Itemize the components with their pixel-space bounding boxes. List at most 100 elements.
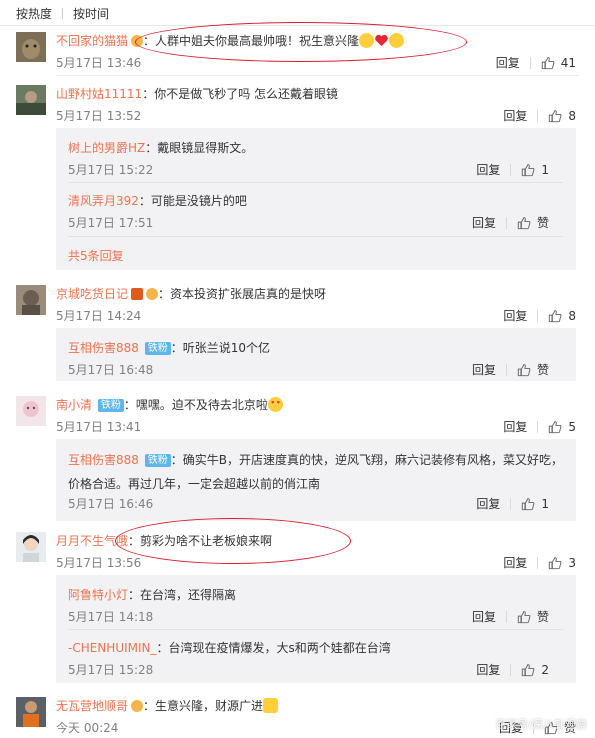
comment-username[interactable]: 山野村姑11111 xyxy=(56,87,142,101)
reply-username[interactable]: 互相伤害888 xyxy=(68,341,139,355)
comment-time: 5月17日 13:56 xyxy=(56,556,142,570)
avatar[interactable] xyxy=(16,85,46,115)
reply-button[interactable]: 回复 xyxy=(472,214,496,231)
reply-button[interactable]: 回复 xyxy=(476,661,500,678)
action-divider xyxy=(537,420,539,433)
comment-actions: 回复 8 xyxy=(503,107,576,124)
reply-username[interactable]: 树上的男爵HZ xyxy=(68,141,145,155)
avatar[interactable] xyxy=(16,396,46,426)
comment-item: 京城吃货日记 ：资本投资扩张展店真的是快呀 5月17日 14:24 回复 8 xyxy=(0,285,595,325)
comment-username[interactable]: 不回家的猫猫 xyxy=(56,34,128,48)
avatar[interactable] xyxy=(16,532,46,562)
like-button[interactable]: 8 xyxy=(548,109,576,123)
reply-button[interactable]: 回复 xyxy=(476,495,500,512)
avatar[interactable] xyxy=(16,285,46,315)
like-button[interactable]: 赞 xyxy=(517,608,549,625)
comment-line: 南小清 铁粉 ：嘿嘿。迫不及待去北京啦 xyxy=(56,396,283,413)
reply-item: 树上的男爵HZ：戴眼镜显得斯文。 5月17日 15:22 回复 1 xyxy=(68,139,563,178)
thumbs-up-icon xyxy=(517,363,531,376)
reply-username[interactable]: 阿鲁特小灯 xyxy=(68,588,128,602)
action-divider xyxy=(505,610,507,623)
fan-badge-icon xyxy=(131,35,144,47)
fan-badge: 铁粉 xyxy=(144,454,171,467)
reply-button[interactable]: 回复 xyxy=(503,307,527,324)
reply-button[interactable]: 回复 xyxy=(503,554,527,571)
divider xyxy=(68,629,563,630)
comment-time: 5月17日 13:41 xyxy=(56,420,142,434)
reply-line: -CHENHUIMIN_：台湾现在疫情爆发，大s和两个娃都在台湾 xyxy=(68,639,391,656)
comment-item: 月月不生气哦：剪彩为啥不让老板娘来啊 5月17日 13:56 回复 3 xyxy=(0,532,595,572)
reply-item: -CHENHUIMIN_：台湾现在疫情爆发，大s和两个娃都在台湾 5月17日 1… xyxy=(68,639,563,678)
grin-emoji-icon xyxy=(359,33,375,48)
action-divider xyxy=(510,497,512,510)
thumbs-up-icon xyxy=(549,109,562,122)
comment-actions: 回复 41 xyxy=(496,54,576,71)
fan-badge-icon xyxy=(146,288,159,300)
comment-time: 5月17日 14:24 xyxy=(56,309,142,323)
avatar[interactable] xyxy=(16,697,46,727)
tab-sort-by-time[interactable]: 按时间 xyxy=(73,5,109,22)
reply-line: 互相伤害888 铁粉 ：确实牛B，开店速度真的快，逆风飞翔，麻六记装修有风格，菜又… xyxy=(68,451,563,468)
reply-button[interactable]: 回复 xyxy=(472,361,496,378)
like-count: 1 xyxy=(541,496,549,511)
reply-button[interactable]: 回复 xyxy=(472,608,496,625)
action-divider xyxy=(529,56,531,69)
tab-sort-by-hot[interactable]: 按热度 xyxy=(16,5,52,22)
comment-item: 不回家的猫猫 ：人群中姐夫你最高最帅哦！祝生意兴隆 5月17日 13:46 回复 … xyxy=(0,32,595,72)
thumbs-up-icon xyxy=(522,163,535,176)
reply-username[interactable]: 互相伤害888 xyxy=(68,453,139,467)
fan-badge: 铁粉 xyxy=(97,399,124,412)
like-count: 3 xyxy=(568,555,576,570)
comment-line: 山野村姑11111：你不是做飞秒了吗 怎么还戴着眼镜 xyxy=(56,85,338,102)
like-count: 赞 xyxy=(536,216,549,230)
like-count: 8 xyxy=(568,108,576,123)
like-button[interactable]: 赞 xyxy=(517,361,549,378)
reply-button[interactable]: 回复 xyxy=(503,418,527,435)
like-button[interactable]: 3 xyxy=(548,556,576,570)
avatar[interactable] xyxy=(16,32,46,62)
reply-actions: 回复 2 xyxy=(476,661,549,678)
like-button[interactable]: 8 xyxy=(548,309,576,323)
thumbs-up-icon xyxy=(549,556,562,569)
action-divider xyxy=(510,663,512,676)
like-button[interactable]: 赞 xyxy=(517,214,549,231)
reply-username[interactable]: -CHENHUIMIN_ xyxy=(68,641,157,655)
comment-username[interactable]: 无瓦营地顺哥 xyxy=(56,699,128,713)
reply-username[interactable]: 清风弄月392 xyxy=(68,194,139,208)
reply-text: ：戴眼镜显得斯文。 xyxy=(145,141,254,155)
divider xyxy=(68,182,563,183)
comment-username[interactable]: 京城吃货日记 xyxy=(56,287,128,301)
reply-button[interactable]: 回复 xyxy=(476,161,500,178)
watermark: 百家号/深八卦观察 xyxy=(495,718,587,731)
comment-username[interactable]: 月月不生气哦 xyxy=(56,534,128,548)
reply-item: 互相伤害888 铁粉 ：确实牛B，开店速度真的快，逆风飞翔，麻六记装修有风格，菜又… xyxy=(68,451,563,515)
reply-time: 5月17日 15:28 xyxy=(68,663,154,677)
reply-item: 清风弄月392：可能是没镜片的吧 5月17日 17:51 回复 赞 xyxy=(68,192,563,231)
reply-text: ：台湾现在疫情爆发，大s和两个娃都在台湾 xyxy=(156,641,391,655)
reply-text: ：听张兰说10个亿 xyxy=(170,341,271,355)
like-count: 1 xyxy=(541,162,549,177)
reply-button[interactable]: 回复 xyxy=(503,107,527,124)
like-button[interactable]: 41 xyxy=(541,56,576,70)
more-replies-link[interactable]: 共5条回复 xyxy=(68,247,124,264)
verified-v-icon xyxy=(131,288,144,300)
like-count: 赞 xyxy=(536,610,549,624)
like-button[interactable]: 1 xyxy=(521,163,549,177)
comment-username[interactable]: 南小清 xyxy=(56,398,92,412)
sort-tabs: 按热度 按时间 xyxy=(16,5,109,21)
reply-line: 清风弄月392：可能是没镜片的吧 xyxy=(68,192,247,209)
reply-button[interactable]: 回复 xyxy=(496,54,520,71)
action-divider xyxy=(505,216,507,229)
thumbs-up-emoji-icon xyxy=(263,698,279,713)
like-button[interactable]: 1 xyxy=(521,497,549,511)
reply-line: 阿鲁特小灯：在台湾，还得隔离 xyxy=(68,586,236,603)
like-count: 8 xyxy=(568,308,576,323)
thumbs-up-icon xyxy=(522,663,535,676)
comment-actions: 回复 3 xyxy=(503,554,576,571)
comment-actions: 回复 5 xyxy=(503,418,576,435)
action-divider xyxy=(510,163,512,176)
like-button[interactable]: 2 xyxy=(521,663,549,677)
like-button[interactable]: 5 xyxy=(548,420,576,434)
reply-item: 互相伤害888 铁粉 ：听张兰说10个亿 5月17日 16:48 回复 赞 xyxy=(68,339,563,378)
reply-actions: 回复 赞 xyxy=(472,214,549,231)
